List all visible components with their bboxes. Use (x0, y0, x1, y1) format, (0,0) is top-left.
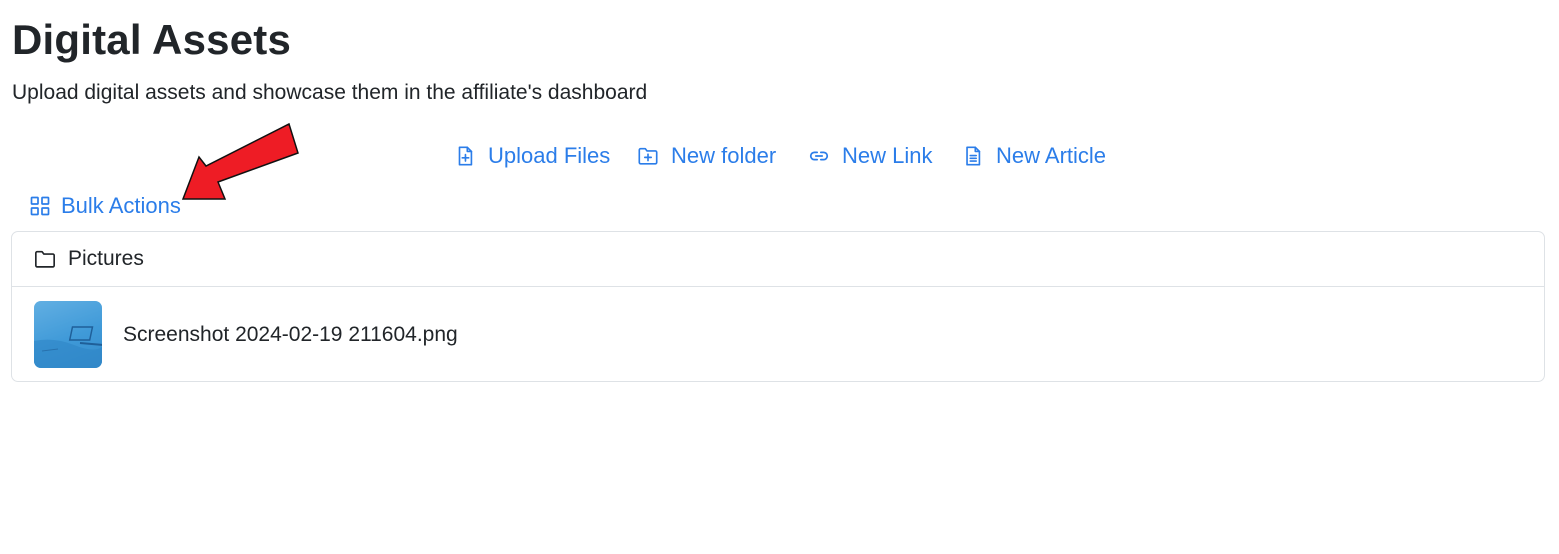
bulk-actions-label: Bulk Actions (61, 193, 181, 218)
page-subtitle: Upload digital assets and showcase them … (12, 81, 648, 104)
folder-plus-icon (637, 145, 659, 167)
grid-icon (30, 196, 50, 216)
new-article-label: New Article (996, 143, 1107, 168)
new-link-button[interactable]: New Link (808, 139, 932, 173)
file-name: Screenshot 2024-02-19 211604.png (123, 322, 458, 346)
folder-icon (34, 248, 56, 270)
file-row[interactable]: Screenshot 2024-02-19 211604.png (12, 287, 1544, 382)
asset-list: Pictures Screenshot 2024-02-19 211604.pn… (11, 231, 1545, 382)
upload-files-label: Upload Files (488, 143, 611, 168)
image-thumbnail[interactable] (34, 301, 102, 368)
upload-files-button[interactable]: Upload Files (454, 139, 610, 173)
file-plus-icon (454, 145, 476, 167)
folder-row-pictures[interactable]: Pictures (12, 232, 1544, 287)
new-link-label: New Link (842, 143, 933, 168)
link-icon (808, 145, 830, 167)
file-text-icon (962, 145, 984, 167)
new-folder-label: New folder (671, 143, 777, 168)
asset-toolbar: Upload Files New folder New Link New Art… (0, 139, 1559, 173)
bulk-actions-button[interactable]: Bulk Actions (30, 190, 181, 222)
new-folder-button[interactable]: New folder (637, 139, 776, 173)
page-title: Digital Assets (12, 16, 291, 63)
new-article-button[interactable]: New Article (962, 139, 1106, 173)
folder-name: Pictures (68, 247, 144, 270)
